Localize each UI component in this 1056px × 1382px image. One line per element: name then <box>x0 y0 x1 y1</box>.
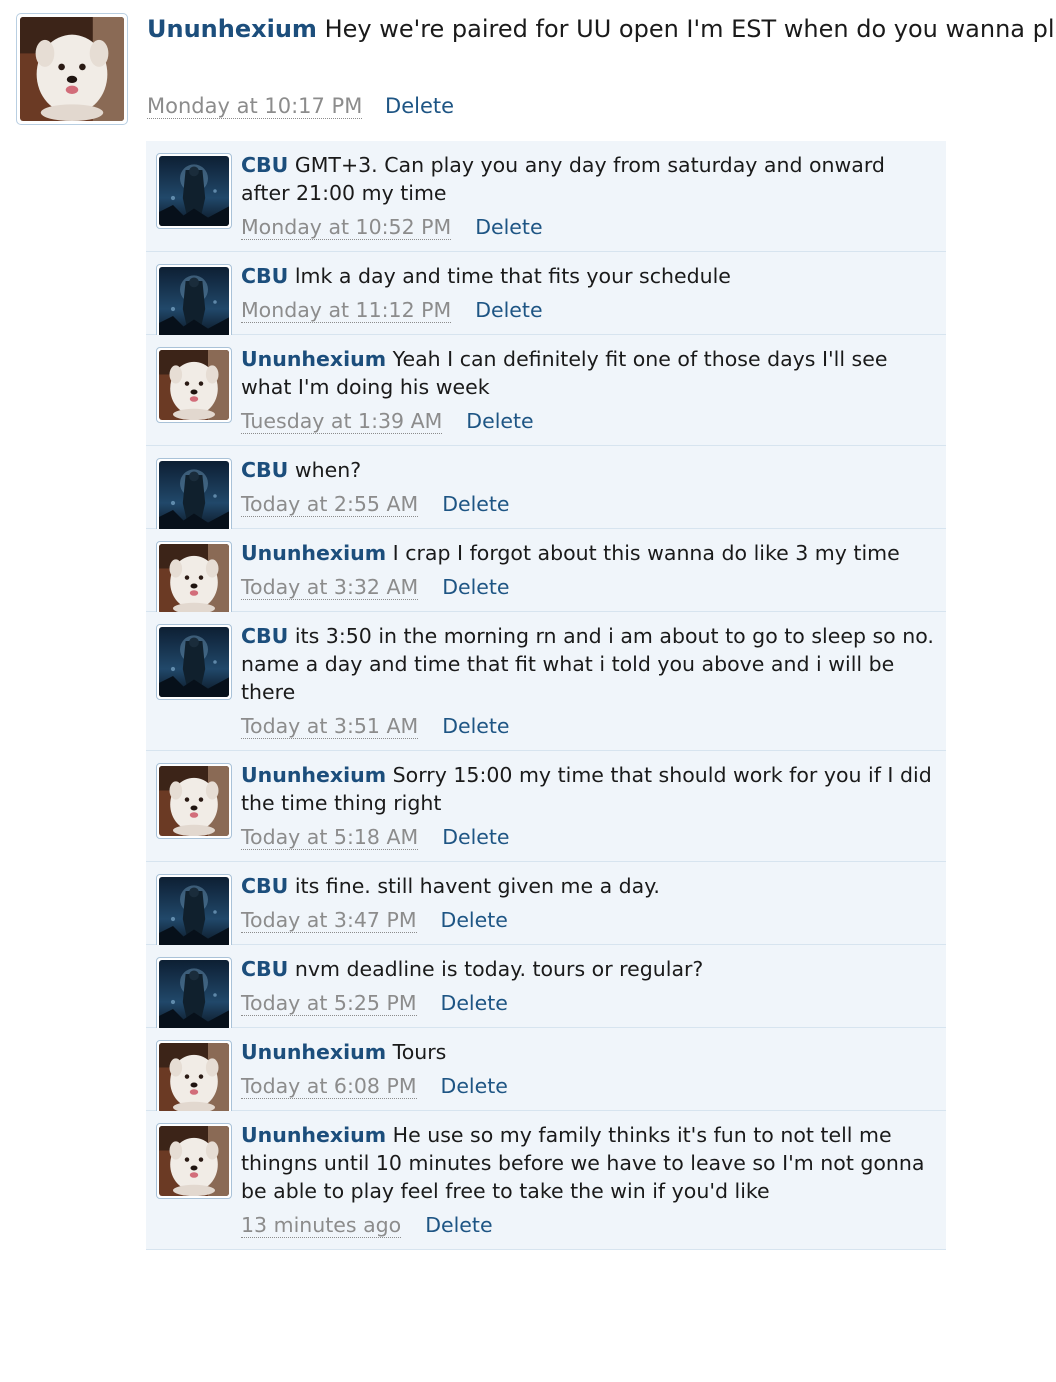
status-post: Ununhexium Hey we're paired for UU open … <box>16 13 1056 128</box>
comment-meta: Today at 5:18 AM Delete <box>241 823 936 851</box>
comment-text: its 3:50 in the morning rn and i am abou… <box>241 624 934 704</box>
comment-item: CBU GMT+3. Can play you any day from sat… <box>146 141 946 252</box>
comment-author-link[interactable]: Ununhexium <box>241 1123 386 1147</box>
comment-item: CBU when? Today at 2:55 AM Delete <box>146 446 946 534</box>
comment-item: CBU its 3:50 in the morning rn and i am … <box>146 612 946 751</box>
comment-message: CBU GMT+3. Can play you any day from sat… <box>241 151 936 207</box>
comment-item: CBU its fine. still havent given me a da… <box>146 862 946 950</box>
comment-message: CBU lmk a day and time that fits your sc… <box>241 262 936 290</box>
comment-author-link[interactable]: CBU <box>241 153 288 177</box>
comment-timestamp[interactable]: Today at 3:32 AM <box>241 575 419 600</box>
comment-message: CBU its 3:50 in the morning rn and i am … <box>241 622 936 706</box>
comment-author-link[interactable]: CBU <box>241 264 288 288</box>
comment-timestamp[interactable]: Today at 3:51 AM <box>241 714 419 739</box>
comment-timestamp[interactable]: Monday at 10:52 PM <box>241 215 452 240</box>
comment-message: Ununhexium Tours <box>241 1038 936 1066</box>
post-message: Ununhexium Hey we're paired for UU open … <box>147 13 1056 45</box>
comment-timestamp[interactable]: Today at 2:55 AM <box>241 492 419 517</box>
avatar[interactable] <box>156 347 232 423</box>
comment-meta: Today at 6:08 PM Delete <box>241 1072 936 1100</box>
comment-timestamp[interactable]: Today at 5:18 AM <box>241 825 419 850</box>
avatar[interactable] <box>156 153 232 229</box>
comment-meta: Monday at 10:52 PM Delete <box>241 213 936 241</box>
avatar[interactable] <box>156 264 232 340</box>
delete-link[interactable]: Delete <box>442 825 509 849</box>
comment-text: GMT+3. Can play you any day from saturda… <box>241 153 885 205</box>
avatar[interactable] <box>156 763 232 839</box>
comment-text: Tours <box>392 1040 447 1064</box>
avatar[interactable] <box>156 1040 232 1116</box>
comment-message: CBU nvm deadline is today. tours or regu… <box>241 955 936 983</box>
avatar[interactable] <box>156 458 232 534</box>
comment-author-link[interactable]: Ununhexium <box>241 763 386 787</box>
comment-message: CBU when? <box>241 456 936 484</box>
post-author-link[interactable]: Ununhexium <box>147 15 317 43</box>
comment-author-link[interactable]: CBU <box>241 624 288 648</box>
comment-timestamp[interactable]: Today at 5:25 PM <box>241 991 417 1016</box>
comment-item: Ununhexium I crap I forgot about this wa… <box>146 529 946 617</box>
comment-item: Ununhexium Yeah I can definitely fit one… <box>146 335 946 446</box>
comment-timestamp[interactable]: Today at 3:47 PM <box>241 908 417 933</box>
comment-meta: Monday at 11:12 PM Delete <box>241 296 936 324</box>
comment-item: CBU nvm deadline is today. tours or regu… <box>146 945 946 1033</box>
delete-link[interactable]: Delete <box>441 1074 508 1098</box>
comment-message: Ununhexium I crap I forgot about this wa… <box>241 539 936 567</box>
avatar[interactable] <box>156 957 232 1033</box>
comment-message: Ununhexium Yeah I can definitely fit one… <box>241 345 936 401</box>
comment-timestamp[interactable]: Monday at 11:12 PM <box>241 298 452 323</box>
comment-author-link[interactable]: Ununhexium <box>241 1040 386 1064</box>
comment-item: Ununhexium Tours Today at 6:08 PM Delete <box>146 1028 946 1116</box>
comment-message: Ununhexium He use so my family thinks it… <box>241 1121 936 1205</box>
comment-meta: 13 minutes ago Delete <box>241 1211 936 1239</box>
avatar[interactable] <box>156 874 232 950</box>
post-body: Ununhexium Hey we're paired for UU open … <box>147 13 1056 119</box>
comment-timestamp[interactable]: Tuesday at 1:39 AM <box>241 409 443 434</box>
comment-text: lmk a day and time that fits your schedu… <box>294 264 731 288</box>
comment-author-link[interactable]: CBU <box>241 458 288 482</box>
comment-author-link[interactable]: Ununhexium <box>241 347 386 371</box>
post-timestamp[interactable]: Monday at 10:17 PM <box>147 94 363 119</box>
comment-meta: Today at 3:51 AM Delete <box>241 712 936 740</box>
comment-text: nvm deadline is today. tours or regular? <box>294 957 704 981</box>
comment-text: when? <box>294 458 362 482</box>
delete-link[interactable]: Delete <box>475 298 542 322</box>
comment-meta: Today at 5:25 PM Delete <box>241 989 936 1017</box>
comment-meta: Today at 2:55 AM Delete <box>241 490 936 518</box>
comment-timestamp[interactable]: Today at 6:08 PM <box>241 1074 417 1099</box>
comment-author-link[interactable]: CBU <box>241 874 288 898</box>
avatar[interactable] <box>156 1123 232 1199</box>
comment-author-link[interactable]: CBU <box>241 957 288 981</box>
delete-link[interactable]: Delete <box>441 908 508 932</box>
comment-author-link[interactable]: Ununhexium <box>241 541 386 565</box>
comment-text: I crap I forgot about this wanna do like… <box>392 541 900 565</box>
comment-meta: Tuesday at 1:39 AM Delete <box>241 407 936 435</box>
comment-meta: Today at 3:47 PM Delete <box>241 906 936 934</box>
comment-text: its fine. still havent given me a day. <box>294 874 660 898</box>
comment-list: CBU GMT+3. Can play you any day from sat… <box>146 141 946 1250</box>
avatar[interactable] <box>156 624 232 700</box>
comment-timestamp[interactable]: 13 minutes ago <box>241 1213 402 1238</box>
comment-item: Ununhexium He use so my family thinks it… <box>146 1111 946 1250</box>
delete-link[interactable]: Delete <box>442 714 509 738</box>
post-text: Hey we're paired for UU open I'm EST whe… <box>324 15 1056 43</box>
comment-message: Ununhexium Sorry 15:00 my time that shou… <box>241 761 936 817</box>
delete-link[interactable]: Delete <box>425 1213 492 1237</box>
delete-link[interactable]: Delete <box>442 575 509 599</box>
comment-item: Ununhexium Sorry 15:00 my time that shou… <box>146 751 946 862</box>
comment-item: CBU lmk a day and time that fits your sc… <box>146 252 946 340</box>
avatar[interactable] <box>156 541 232 617</box>
comment-message: CBU its fine. still havent given me a da… <box>241 872 936 900</box>
delete-link[interactable]: Delete <box>441 991 508 1015</box>
delete-link[interactable]: Delete <box>466 409 533 433</box>
post-meta: Monday at 10:17 PM Delete <box>147 94 454 119</box>
avatar[interactable] <box>16 13 128 125</box>
delete-link[interactable]: Delete <box>475 215 542 239</box>
delete-link[interactable]: Delete <box>442 492 509 516</box>
comment-meta: Today at 3:32 AM Delete <box>241 573 936 601</box>
delete-link[interactable]: Delete <box>385 94 454 118</box>
